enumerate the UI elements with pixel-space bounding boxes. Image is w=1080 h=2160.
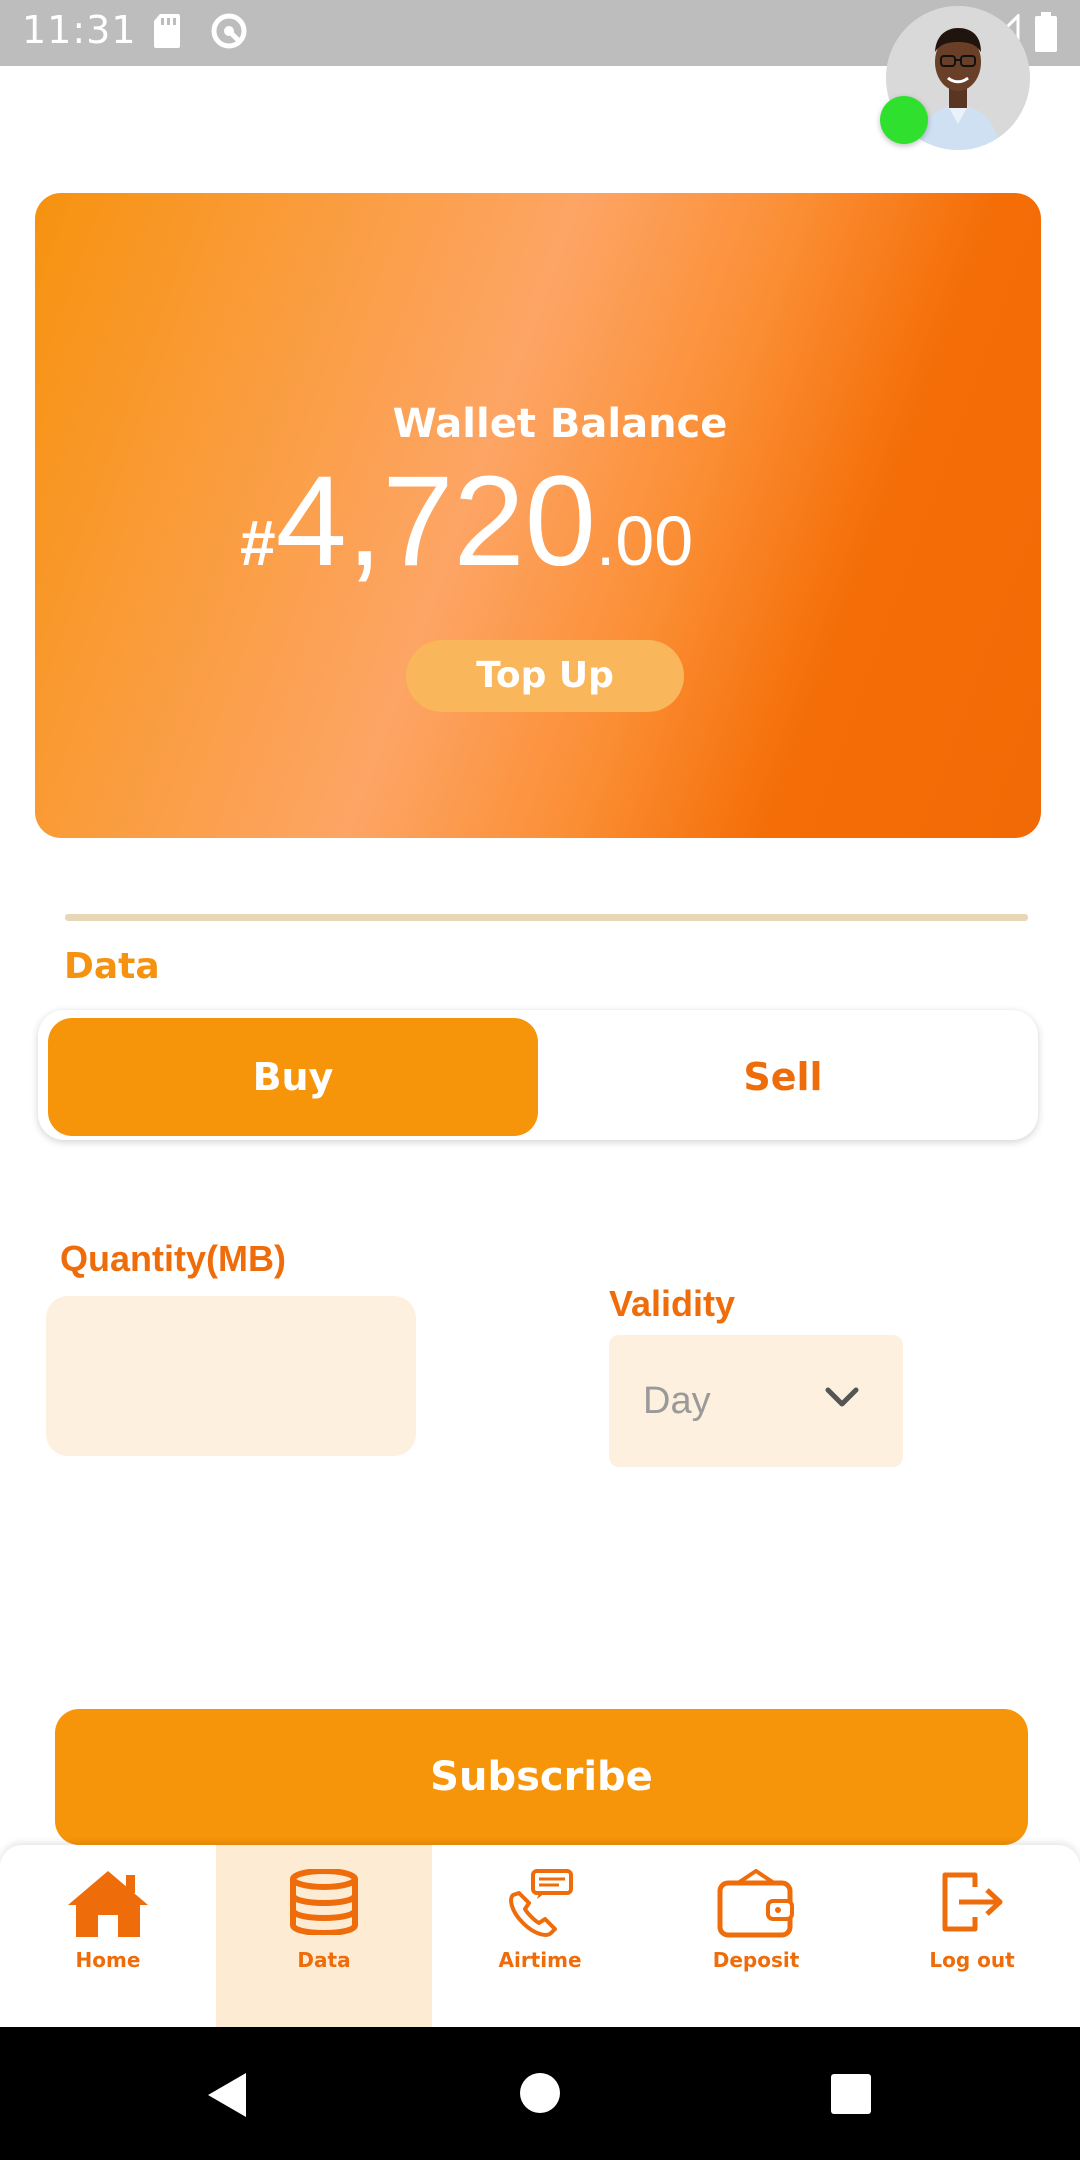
nav-label-logout: Log out [929, 1948, 1015, 1972]
chevron-down-icon [825, 1387, 859, 1413]
system-nav-bar [0, 2027, 1080, 2160]
back-icon[interactable] [204, 2071, 248, 2123]
amount-whole: 4,720 [275, 450, 596, 593]
amount-cents: .00 [595, 502, 694, 580]
wallet-icon [716, 1868, 796, 1943]
nav-item-logout[interactable]: Log out [864, 1845, 1080, 2027]
validity-selected-value: Day [643, 1380, 711, 1422]
nav-item-airtime[interactable]: Airtime [432, 1845, 648, 2027]
phone-message-icon [505, 1869, 575, 1943]
nav-item-deposit[interactable]: Deposit [648, 1845, 864, 2027]
online-status-dot [880, 96, 928, 144]
data-section-title: Data [64, 946, 160, 987]
quantity-input[interactable] [46, 1296, 416, 1456]
section-divider [65, 914, 1028, 921]
top-up-button[interactable]: Top Up [406, 640, 684, 712]
nav-label-data: Data [297, 1948, 351, 1972]
quantity-label: Quantity(MB) [60, 1238, 286, 1279]
sync-icon [208, 10, 250, 56]
nav-label-airtime: Airtime [498, 1948, 582, 1972]
currency-symbol: # [240, 507, 276, 579]
nav-item-data[interactable]: Data [216, 1845, 432, 2027]
subscribe-button[interactable]: Subscribe [55, 1709, 1028, 1845]
logout-icon [937, 1869, 1007, 1939]
wallet-balance-title: Wallet Balance [392, 401, 728, 447]
home-circle-icon[interactable] [518, 2071, 562, 2119]
wallet-balance-amount: #4,720.00 [240, 448, 693, 595]
database-icon [289, 1868, 359, 1939]
battery-icon [1034, 12, 1058, 56]
recents-icon[interactable] [830, 2073, 872, 2119]
buy-sell-toggle: Buy Sell [38, 1010, 1038, 1140]
validity-label: Validity [609, 1283, 736, 1324]
nav-label-home: Home [75, 1948, 141, 1972]
nav-item-home[interactable]: Home [0, 1845, 216, 2027]
bottom-nav: Home Data Airtime Deposit Log out [0, 1845, 1080, 2027]
tab-sell[interactable]: Sell [538, 1018, 1028, 1136]
home-icon [66, 1869, 150, 1943]
validity-select[interactable]: Day [609, 1335, 903, 1467]
wallet-card: Wallet Balance #4,720.00 Top Up [35, 193, 1041, 838]
status-time: 11:31 [22, 8, 137, 52]
sd-card-icon [152, 12, 182, 54]
nav-label-deposit: Deposit [712, 1948, 800, 1972]
tab-buy[interactable]: Buy [48, 1018, 538, 1136]
